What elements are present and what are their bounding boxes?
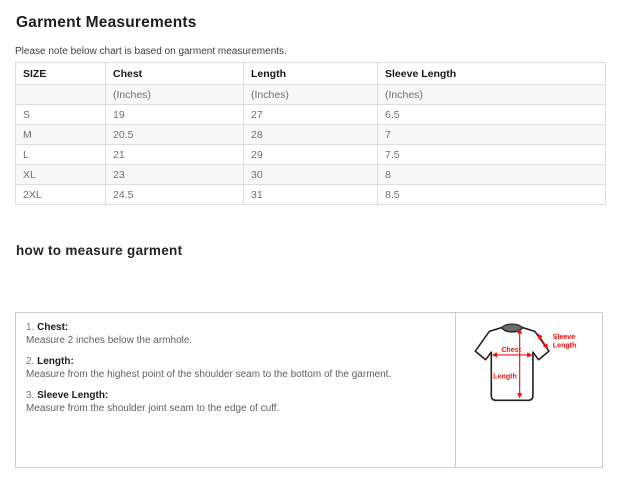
sleeve-arrow-label-line2: Length [553,341,577,349]
table-cell: (Inches) [244,85,378,105]
table-cell: 28 [244,125,378,145]
table-header-row: SIZE Chest Length Sleeve Length [16,63,606,85]
column-header-sleeve-length: Sleeve Length [378,63,606,85]
column-header-size: SIZE [16,63,106,85]
table-cell [16,85,106,105]
instruction-length: 2. Length: Measure from the highest poin… [26,355,445,381]
size-chart-table: SIZE Chest Length Sleeve Length (Inches)… [15,62,606,205]
table-cell: 19 [106,105,244,125]
table-cell: (Inches) [378,85,606,105]
table-cell: 7.5 [378,145,606,165]
table-cell: 23 [106,165,244,185]
table-row: S 19 27 6.5 [16,105,606,125]
sleeve-arrow-label-line1: Sleeve [553,333,575,341]
table-cell: (Inches) [106,85,244,105]
measure-diagram-panel: Chest Length Sleeve Length [456,313,602,467]
table-cell: S [16,105,106,125]
chest-arrow-label: Chest [501,346,521,354]
table-cell: 29 [244,145,378,165]
table-row: L 21 29 7.5 [16,145,606,165]
table-cell: 7 [378,125,606,145]
table-cell: 31 [244,185,378,205]
table-cell: L [16,145,106,165]
tshirt-outline [475,328,549,401]
instruction-chest: 1. Chest: Measure 2 inches below the arm… [26,321,445,347]
instruction-label: Chest: [37,322,68,333]
table-cell: 21 [106,145,244,165]
length-arrow-label: Length [493,373,517,381]
table-cell: 27 [244,105,378,125]
instruction-text: Measure 2 inches below the armhole. [26,334,445,347]
column-header-chest: Chest [106,63,244,85]
table-cell: 24.5 [106,185,244,205]
table-cell: 30 [244,165,378,185]
instruction-number: 1. [26,322,34,333]
table-cell: M [16,125,106,145]
table-cell: 8 [378,165,606,185]
table-cell: 6.5 [378,105,606,125]
table-cell: 2XL [16,185,106,205]
table-cell: 8.5 [378,185,606,205]
table-row: XL 23 30 8 [16,165,606,185]
page-title: Garment Measurements [16,14,197,32]
measure-instructions: 1. Chest: Measure 2 inches below the arm… [16,313,456,467]
garment-measurements-page: Garment Measurements Please note below c… [0,0,625,500]
table-row: M 20.5 28 7 [16,125,606,145]
table-cell: 20.5 [106,125,244,145]
table-row: 2XL 24.5 31 8.5 [16,185,606,205]
instruction-label: Sleeve Length: [37,390,108,401]
instruction-label: Length: [37,356,74,367]
units-row: (Inches) (Inches) (Inches) [16,85,606,105]
instruction-text: Measure from the shoulder joint seam to … [26,402,445,415]
how-to-measure-box: 1. Chest: Measure 2 inches below the arm… [15,312,603,468]
instruction-number: 3. [26,390,34,401]
instruction-sleeve-length: 3. Sleeve Length: Measure from the shoul… [26,389,445,415]
column-header-length: Length [244,63,378,85]
section-title: how to measure garment [16,243,182,258]
tshirt-diagram: Chest Length Sleeve Length [462,318,583,408]
chart-note: Please note below chart is based on garm… [15,46,287,57]
table-cell: XL [16,165,106,185]
instruction-number: 2. [26,356,34,367]
instruction-text: Measure from the highest point of the sh… [26,368,445,381]
